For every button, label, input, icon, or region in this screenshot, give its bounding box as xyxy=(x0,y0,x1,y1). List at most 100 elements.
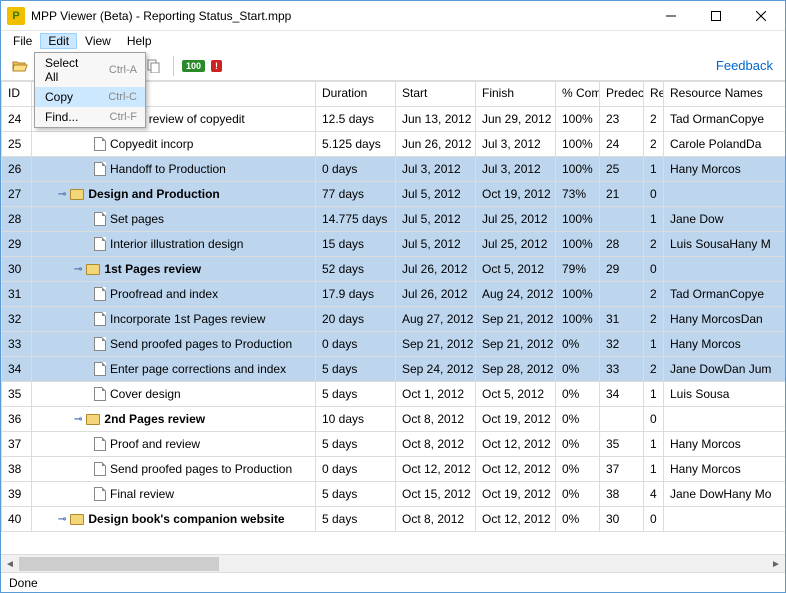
maximize-icon xyxy=(711,11,721,21)
task-name-text: Send proofed pages to Production xyxy=(110,337,292,351)
titlebar: P MPP Viewer (Beta) - Reporting Status_S… xyxy=(1,1,785,31)
cell-resources: Hany Morcos xyxy=(664,432,786,457)
cell-finish: Aug 24, 2012 xyxy=(476,282,556,307)
cell-finish: Jul 3, 2012 xyxy=(476,157,556,182)
cell-start: Aug 27, 2012 xyxy=(396,307,476,332)
cell-id: 25 xyxy=(2,132,32,157)
col-resources[interactable]: Resource Names xyxy=(664,82,786,107)
col-resource-count[interactable]: Re C xyxy=(644,82,664,107)
cell-taskname: Set pages xyxy=(32,207,316,232)
cell-duration: 5 days xyxy=(316,357,396,382)
cell-resources xyxy=(664,182,786,207)
cell-complete: 0% xyxy=(556,357,600,382)
task-grid[interactable]: ID Task Name Duration Start Finish % Com… xyxy=(1,81,785,532)
open-button[interactable] xyxy=(9,55,31,77)
cell-predecessor: 23 xyxy=(600,107,644,132)
menu-help[interactable]: Help xyxy=(119,33,160,49)
col-complete[interactable]: % Compl xyxy=(556,82,600,107)
cell-taskname: Enter page corrections and index xyxy=(32,357,316,382)
col-start[interactable]: Start xyxy=(396,82,476,107)
cell-complete: 79% xyxy=(556,257,600,282)
cell-duration: 10 days xyxy=(316,407,396,432)
cell-rc: 1 xyxy=(644,432,664,457)
cell-duration: 0 days xyxy=(316,457,396,482)
cell-predecessor: 37 xyxy=(600,457,644,482)
document-icon xyxy=(94,462,106,476)
cell-predecessor: 38 xyxy=(600,482,644,507)
menu-view[interactable]: View xyxy=(77,33,119,49)
cell-complete: 100% xyxy=(556,107,600,132)
menu-item-copy[interactable]: CopyCtrl-C xyxy=(35,87,145,107)
scroll-left-arrow[interactable]: ◄ xyxy=(1,555,19,573)
cell-rc: 2 xyxy=(644,107,664,132)
complete-filter-badge[interactable]: 100 xyxy=(182,60,205,72)
table-row[interactable]: 39Final review5 daysOct 15, 2012Oct 19, … xyxy=(2,482,786,507)
cell-complete: 0% xyxy=(556,482,600,507)
table-row[interactable]: 26Handoff to Production0 daysJul 3, 2012… xyxy=(2,157,786,182)
table-row[interactable]: 38Send proofed pages to Production0 days… xyxy=(2,457,786,482)
task-name-text: Design and Production xyxy=(88,187,219,201)
menu-item-find-[interactable]: Find...Ctrl-F xyxy=(35,107,145,127)
alert-filter-badge[interactable]: ! xyxy=(211,60,222,72)
app-icon: P xyxy=(7,7,25,25)
col-id[interactable]: ID xyxy=(2,82,32,107)
menu-item-label: Find... xyxy=(45,110,92,124)
maximize-button[interactable] xyxy=(693,2,738,30)
table-row[interactable]: 36⊸2nd Pages review10 daysOct 8, 2012Oct… xyxy=(2,407,786,432)
menu-item-label: Copy xyxy=(45,90,90,104)
cell-predecessor: 32 xyxy=(600,332,644,357)
cell-finish: Jun 29, 2012 xyxy=(476,107,556,132)
menu-file[interactable]: File xyxy=(5,33,40,49)
cell-start: Oct 15, 2012 xyxy=(396,482,476,507)
cell-duration: 17.9 days xyxy=(316,282,396,307)
table-row[interactable]: 33Send proofed pages to Production0 days… xyxy=(2,332,786,357)
table-row[interactable]: 31Proofread and index17.9 daysJul 26, 20… xyxy=(2,282,786,307)
table-row[interactable]: 30⊸1st Pages review52 daysJul 26, 2012Oc… xyxy=(2,257,786,282)
col-duration[interactable]: Duration xyxy=(316,82,396,107)
cell-complete: 100% xyxy=(556,132,600,157)
horizontal-scrollbar[interactable]: ◄ ► xyxy=(1,554,785,572)
table-row[interactable]: 25Copyedit incorp5.125 daysJun 26, 2012J… xyxy=(2,132,786,157)
cell-predecessor: 33 xyxy=(600,357,644,382)
cell-finish: Oct 12, 2012 xyxy=(476,432,556,457)
table-row[interactable]: 35Cover design5 daysOct 1, 2012Oct 5, 20… xyxy=(2,382,786,407)
table-row[interactable]: 29Interior illustration design15 daysJul… xyxy=(2,232,786,257)
scroll-thumb[interactable] xyxy=(19,557,219,571)
cell-start: Oct 1, 2012 xyxy=(396,382,476,407)
document-icon xyxy=(94,237,106,251)
table-row[interactable]: 37Proof and review5 daysOct 8, 2012Oct 1… xyxy=(2,432,786,457)
table-row[interactable]: 34Enter page corrections and index5 days… xyxy=(2,357,786,382)
cell-id: 24 xyxy=(2,107,32,132)
col-finish[interactable]: Finish xyxy=(476,82,556,107)
table-row[interactable]: 27⊸Design and Production77 daysJul 5, 20… xyxy=(2,182,786,207)
cell-complete: 0% xyxy=(556,332,600,357)
col-predecessor[interactable]: Predec xyxy=(600,82,644,107)
cell-id: 28 xyxy=(2,207,32,232)
cell-duration: 0 days xyxy=(316,157,396,182)
key-icon: ⊸ xyxy=(74,264,82,275)
table-row[interactable]: 32Incorporate 1st Pages review20 daysAug… xyxy=(2,307,786,332)
cell-rc: 4 xyxy=(644,482,664,507)
feedback-link[interactable]: Feedback xyxy=(716,58,777,73)
minimize-button[interactable] xyxy=(648,2,693,30)
table-row[interactable]: 28Set pages14.775 daysJul 5, 2012Jul 25,… xyxy=(2,207,786,232)
folder-icon xyxy=(70,514,84,525)
cell-start: Jul 3, 2012 xyxy=(396,157,476,182)
table-row[interactable]: 40⊸Design book's companion website5 days… xyxy=(2,507,786,532)
cell-finish: Sep 28, 2012 xyxy=(476,357,556,382)
cell-resources: Hany Morcos xyxy=(664,157,786,182)
task-name-text: Handoff to Production xyxy=(110,162,226,176)
app-window: P MPP Viewer (Beta) - Reporting Status_S… xyxy=(0,0,786,593)
cell-complete: 73% xyxy=(556,182,600,207)
task-name-text: Cover design xyxy=(110,387,181,401)
close-button[interactable] xyxy=(738,2,783,30)
cell-finish: Oct 5, 2012 xyxy=(476,382,556,407)
scroll-right-arrow[interactable]: ► xyxy=(767,555,785,573)
cell-rc: 0 xyxy=(644,182,664,207)
menu-edit[interactable]: Edit xyxy=(40,33,77,49)
copy-button[interactable] xyxy=(143,55,165,77)
menu-item-select-all[interactable]: Select AllCtrl-A xyxy=(35,53,145,87)
cell-start: Jul 5, 2012 xyxy=(396,232,476,257)
cell-complete: 0% xyxy=(556,432,600,457)
cell-taskname: Incorporate 1st Pages review xyxy=(32,307,316,332)
